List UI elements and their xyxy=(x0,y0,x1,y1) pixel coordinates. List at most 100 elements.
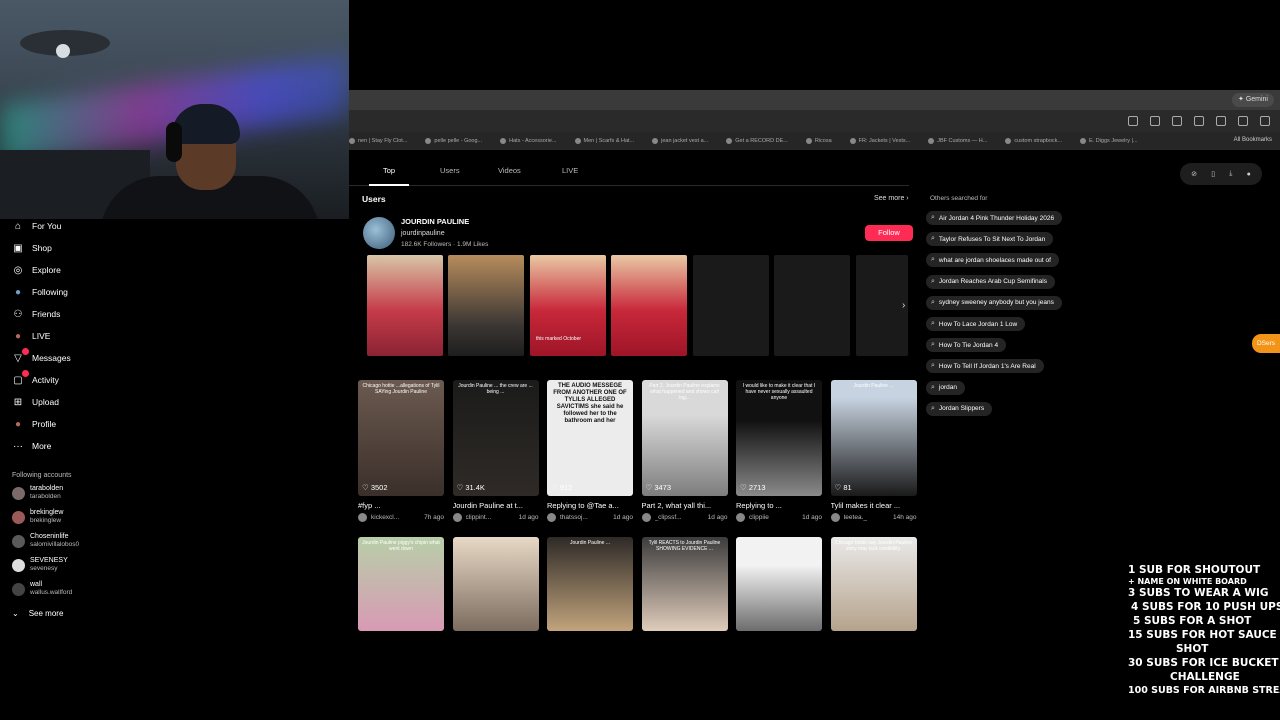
bookmark-item[interactable]: Men | Scarfs & Hat... xyxy=(574,138,634,144)
bookmark-item[interactable]: custom strapbock... xyxy=(1005,138,1062,144)
video-title[interactable]: #fyp ... xyxy=(358,501,444,510)
bookmark-item[interactable]: pelle pelle - Goog... xyxy=(425,138,482,144)
sidebar-item-following[interactable]: ● Following xyxy=(12,284,68,300)
video-thumbnail[interactable]: Jourdin Pauline ... the crew are ... bei… xyxy=(452,380,539,496)
video-card[interactable]: Jourdin Pauline piggy's chipin what went… xyxy=(358,537,444,631)
chevron-right-icon[interactable]: › xyxy=(902,300,905,311)
suggestion-chip[interactable]: ⌕ Air Jordan 4 Pink Thunder Holiday 2026 xyxy=(926,211,1063,225)
dsers-extension-tab[interactable]: DSers xyxy=(1252,334,1280,353)
bookmark-item[interactable]: Ricosa xyxy=(805,138,832,144)
video-author[interactable]: thatssoj... xyxy=(560,514,588,521)
video-card[interactable]: Jourdin Pauline ... xyxy=(547,537,633,631)
video-thumbnail[interactable] xyxy=(452,537,539,631)
tab-users[interactable]: Users xyxy=(440,166,460,175)
following-account[interactable]: brekinglew brekinglew xyxy=(12,509,63,525)
bookmark-item[interactable]: jean jacket vest a... xyxy=(652,138,708,144)
video-card[interactable]: THE AUDIO MESSEGE FROM ANOTHER ONE OF TY… xyxy=(547,380,633,522)
video-thumbnail[interactable]: Tylil REACTS to Jourdin Pauline SHOWING … xyxy=(641,537,728,631)
following-account[interactable]: tarabolden tarabolden xyxy=(12,485,63,501)
sidebar-item-activity[interactable]: ▢ Activity xyxy=(12,370,59,388)
video-author[interactable]: teetea._ xyxy=(844,514,868,521)
gemini-button[interactable]: ✦ Gemini xyxy=(1232,93,1274,107)
user-name[interactable]: JOURDIN PAULINE xyxy=(401,217,469,226)
following-account[interactable]: Choseninlife salomivillalobos0 xyxy=(12,533,79,549)
download-icon[interactable]: ⤓ xyxy=(1229,170,1232,178)
profile-icon[interactable] xyxy=(1238,116,1248,126)
video-thumbnail[interactable]: Part 2, Jourdin Pauline explains what ha… xyxy=(641,380,728,496)
video-author[interactable]: clippiie xyxy=(749,514,769,521)
video-card[interactable]: Chicago hottie say Jourdin Pauline story… xyxy=(830,537,917,631)
bookmark-item[interactable]: JBF Customs — H... xyxy=(928,138,987,144)
user-video-thumb[interactable] xyxy=(367,255,443,356)
star-icon[interactable] xyxy=(1150,116,1160,126)
sidebar-item-friends[interactable]: ⚇ Friends xyxy=(12,306,61,322)
video-title[interactable]: Replying to ... xyxy=(736,501,822,510)
video-thumbnail[interactable]: Chicago hottie ...allegations of Tylil S… xyxy=(358,380,444,496)
video-title[interactable]: Replying to @Tae a... xyxy=(547,501,633,510)
bookmark-item[interactable]: Get a RECORD DE... xyxy=(726,138,788,144)
sidebar-item-more[interactable]: ··· More xyxy=(12,438,51,454)
suggestion-chip[interactable]: ⌕ Jordan Slippers xyxy=(926,401,993,416)
download-icon[interactable] xyxy=(1216,116,1226,126)
see-more-accounts-button[interactable]: ⌄ See more xyxy=(12,609,63,618)
following-account[interactable]: wall wallus.wallford xyxy=(12,581,72,597)
video-thumbnail[interactable]: I would like to make it clear that I hav… xyxy=(736,380,822,496)
video-thumbnail[interactable]: Chicago hottie say Jourdin Pauline story… xyxy=(830,537,917,631)
video-card[interactable] xyxy=(452,537,539,631)
video-thumbnail[interactable] xyxy=(736,537,822,631)
video-card[interactable]: Part 2, Jourdin Pauline explains what ha… xyxy=(641,380,728,522)
video-card[interactable]: Tylil REACTS to Jourdin Pauline SHOWING … xyxy=(641,537,728,631)
bookmark-item[interactable]: nen | Stay Fly Clot... xyxy=(349,138,407,144)
sidebar-item-profile[interactable]: ● Profile xyxy=(12,416,56,432)
users-see-more-link[interactable]: See more › xyxy=(874,195,909,202)
all-bookmarks-button[interactable]: All Bookmarks xyxy=(1234,137,1272,143)
video-title[interactable]: Jourdin Pauline at t... xyxy=(453,501,539,510)
user-video-thumb[interactable]: this marked October xyxy=(530,255,606,356)
video-card[interactable]: Jourdin Pauline ... the crew are ... bei… xyxy=(452,380,539,522)
video-title[interactable]: Part 2, what yall thi... xyxy=(642,501,728,510)
following-account[interactable]: SEVENESY sevenesy xyxy=(12,557,68,573)
video-card[interactable] xyxy=(736,537,822,631)
suggestion-chip[interactable]: ⌕ sydney sweeney anybody but you jeans xyxy=(926,295,1062,310)
user-video-thumb[interactable] xyxy=(448,255,524,356)
sidebar-item-for-you[interactable]: ⌂ For You xyxy=(12,218,61,234)
tab-live[interactable]: LIVE xyxy=(562,166,578,175)
extension-icon[interactable] xyxy=(1172,116,1182,126)
suggestion-chip[interactable]: ⌕ jordan xyxy=(926,380,965,395)
follow-button[interactable]: Follow xyxy=(865,225,913,241)
video-author[interactable]: clippint... xyxy=(466,514,492,521)
cast-icon[interactable] xyxy=(1128,116,1138,126)
video-thumbnail[interactable]: Jourdin Pauline ... ♡ 81 xyxy=(830,380,917,496)
suggestion-chip[interactable]: ⌕ How To Lace Jordan 1 Low xyxy=(926,317,1026,331)
tab-top[interactable]: Top xyxy=(383,166,395,175)
suggestion-chip[interactable]: ⌕ How To Tell If Jordan 1's Are Real xyxy=(926,359,1044,374)
sidebar-item-shop[interactable]: ▣ Shop xyxy=(12,240,52,256)
suggestion-chip[interactable]: ⌕ what are jordan shoelaces made out of xyxy=(926,253,1059,268)
video-thumbnail[interactable]: Jourdin Pauline ... xyxy=(547,537,633,631)
video-thumbnail[interactable]: Jourdin Pauline piggy's chipin what went… xyxy=(358,537,444,631)
user-avatar[interactable] xyxy=(363,217,395,249)
video-author[interactable]: kickexcl... xyxy=(371,514,399,521)
video-thumbnail[interactable]: THE AUDIO MESSEGE FROM ANOTHER ONE OF TY… xyxy=(547,380,633,496)
user-video-thumb[interactable] xyxy=(611,255,687,356)
suggestion-chip[interactable]: ⌕ How To Tie Jordan 4 xyxy=(926,338,1007,353)
menu-icon[interactable] xyxy=(1260,116,1270,126)
sidebar-item-messages[interactable]: ▽ Messages xyxy=(12,348,71,366)
bookmark-item[interactable]: FR: Jackets | Vests... xyxy=(849,138,910,144)
suggestion-chip[interactable]: ⌕ Jordan Reaches Arab Cup Semifinals xyxy=(926,274,1055,289)
sidebar-item-explore[interactable]: ◎ Explore xyxy=(12,262,61,278)
settings-icon[interactable]: ⊘ xyxy=(1191,170,1197,178)
device-icon[interactable]: ▯ xyxy=(1211,170,1215,178)
video-card[interactable]: Jourdin Pauline ... ♡ 81 Tylil makes it cl… xyxy=(830,380,917,522)
account-avatar-icon[interactable]: ● xyxy=(1247,171,1251,178)
sidebar-item-live[interactable]: ● LIVE xyxy=(12,328,50,344)
sidebar-item-upload[interactable]: ⊞ Upload xyxy=(12,394,59,410)
tab-videos[interactable]: Videos xyxy=(498,166,521,175)
suggestion-chip[interactable]: ⌕ Taylor Refuses To Sit Next To Jordan xyxy=(926,232,1054,247)
video-card[interactable]: Chicago hottie ...allegations of Tylil S… xyxy=(358,380,444,522)
video-card[interactable]: I would like to make it clear that I hav… xyxy=(736,380,822,522)
bookmark-item[interactable]: E. Diggs Jewelry |... xyxy=(1080,138,1138,144)
video-title[interactable]: Tylil makes it clear ... xyxy=(831,501,917,510)
sidepanel-icon[interactable] xyxy=(1194,116,1204,126)
video-author[interactable]: _clipssf... xyxy=(655,514,682,521)
